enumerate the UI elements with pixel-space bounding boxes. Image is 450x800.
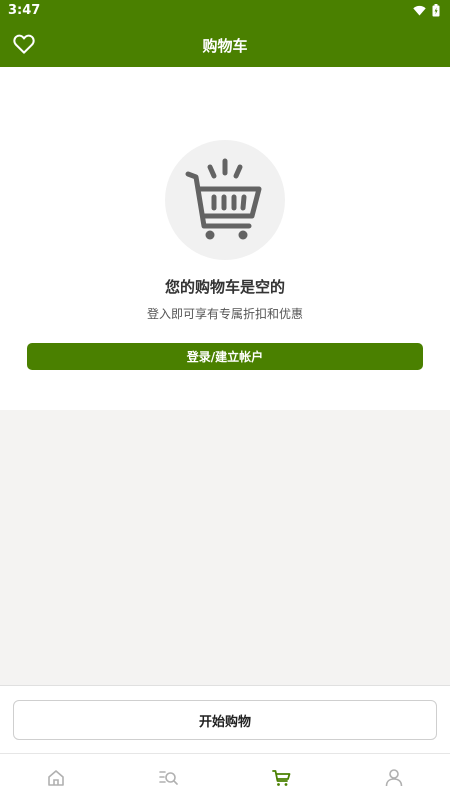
nav-item-search[interactable]: [113, 754, 226, 800]
shopping-cart-icon: [185, 158, 262, 240]
battery-icon: [432, 4, 440, 17]
empty-cart-title: 您的购物车是空的: [164, 278, 285, 296]
user-icon: [385, 769, 403, 787]
nav-item-home[interactable]: [0, 754, 113, 800]
bottom-area: 开始购物: [0, 685, 450, 800]
empty-cart-subtitle: 登入即可享有专属折扣和优惠: [146, 307, 303, 321]
empty-cart-card: 您的购物车是空的 登入即可享有专属折扣和优惠 登录/建立帐户: [0, 67, 450, 410]
empty-cart-illustration: [165, 140, 285, 260]
home-icon: [48, 769, 65, 786]
status-bar: 3:47: [0, 0, 450, 22]
cart-icon: [271, 769, 291, 786]
search-list-icon: [159, 770, 179, 785]
app-header: 购物车: [0, 22, 450, 67]
nav-item-account[interactable]: [338, 754, 450, 800]
wifi-icon: [413, 5, 426, 16]
nav-item-cart[interactable]: [225, 754, 338, 800]
bottom-navigation: [0, 753, 450, 800]
status-time: 3:47: [8, 3, 41, 18]
login-create-account-button[interactable]: 登录/建立帐户: [27, 343, 423, 370]
page-title: 购物车: [202, 37, 248, 55]
start-shopping-button[interactable]: 开始购物: [13, 700, 437, 740]
status-icons: [413, 4, 440, 17]
